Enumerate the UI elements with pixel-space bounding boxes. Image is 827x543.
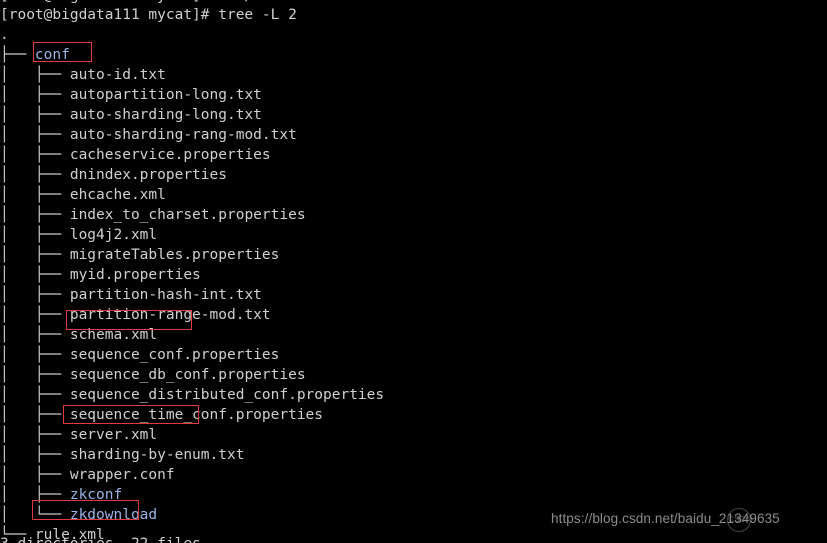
tree-line: │ ├── index_to_charset.properties	[0, 205, 306, 225]
tree-file-name: partition-range-mod.txt	[69, 307, 271, 323]
tree-line: │ ├── log4j2.xml	[0, 225, 157, 245]
tree-file-name: myid.properties	[69, 267, 201, 283]
tree-file-name: cacheservice.properties	[69, 147, 271, 163]
tree-line: ├── conf	[0, 45, 70, 65]
tree-line: │ ├── auto-sharding-rang-mod.txt	[0, 125, 297, 145]
tree-branch-glyph: │ ├──	[0, 487, 70, 503]
tree-file-name: sharding-by-enum.txt	[69, 447, 245, 463]
tree-branch-glyph: │ ├──	[0, 67, 70, 83]
tree-branch-glyph: │ ├──	[0, 307, 70, 323]
tree-file-name: index_to_charset.properties	[69, 207, 306, 223]
tree-branch-glyph: │ ├──	[0, 87, 70, 103]
shell-prompt-line: [root@bigdata111 mycat]# tree -L 2	[0, 7, 297, 23]
tree-line: │ ├── partition-range-mod.txt	[0, 305, 271, 325]
tree-line: │ ├── myid.properties	[0, 265, 201, 285]
tree-line: │ ├── sequence_conf.properties	[0, 345, 279, 365]
tree-file-name: log4j2.xml	[69, 227, 158, 243]
tree-line: │ ├── wrapper.conf	[0, 465, 175, 485]
tree-branch-glyph: │ ├──	[0, 287, 70, 303]
tree-directory-name: zkconf	[69, 487, 123, 503]
tree-file-name: migrateTables.properties	[69, 247, 280, 263]
tree-file-name: schema.xml	[69, 327, 158, 343]
tree-branch-glyph: │ ├──	[0, 467, 70, 483]
tree-line: │ ├── sequence_distributed_conf.properti…	[0, 385, 384, 405]
tree-line: │ ├── ehcache.xml	[0, 185, 166, 205]
tree-file-name: auto-sharding-long.txt	[69, 107, 262, 123]
tree-branch-glyph: │ ├──	[0, 247, 70, 263]
tree-branch-glyph: │ ├──	[0, 447, 70, 463]
tree-branch-glyph: │ ├──	[0, 147, 70, 163]
tree-branch-glyph: │ ├──	[0, 347, 70, 363]
tree-file-name: partition-hash-int.txt	[69, 287, 262, 303]
tree-branch-glyph: │ ├──	[0, 387, 70, 403]
tree-branch-glyph: │ └──	[0, 507, 70, 523]
tree-branch-glyph: │ ├──	[0, 427, 70, 443]
tree-file-name: sequence_time_conf.properties	[69, 407, 324, 423]
tree-branch-glyph: │ ├──	[0, 227, 70, 243]
csdn-logo-icon: CSDN	[727, 508, 752, 532]
tree-file-name: auto-sharding-rang-mod.txt	[69, 127, 297, 143]
tree-branch-glyph: │ ├──	[0, 407, 70, 423]
tree-branch-glyph: │ ├──	[0, 107, 70, 123]
tree-root-line: .	[0, 27, 9, 43]
tree-file-name: sequence_db_conf.properties	[69, 367, 306, 383]
tree-branch-glyph: │ ├──	[0, 327, 70, 343]
tree-file-name: sequence_distributed_conf.properties	[69, 387, 385, 403]
tree-line: │ └── zkdownload	[0, 505, 157, 525]
tree-directory-name: zkdownload	[69, 507, 158, 523]
tree-line: │ ├── sharding-by-enum.txt	[0, 445, 244, 465]
tree-line: │ ├── autopartition-long.txt	[0, 85, 262, 105]
tree-branch-glyph: │ ├──	[0, 127, 70, 143]
tree-file-name: dnindex.properties	[69, 167, 227, 183]
tree-directory-name: conf	[34, 47, 70, 63]
tree-branch-glyph: │ ├──	[0, 367, 70, 383]
tree-line: │ ├── sequence_db_conf.properties	[0, 365, 306, 385]
tree-branch-glyph: │ ├──	[0, 267, 70, 283]
tree-file-name: server.xml	[69, 427, 158, 443]
tree-line: │ ├── partition-hash-int.txt	[0, 285, 262, 305]
tree-line: │ ├── zkconf	[0, 485, 122, 505]
tree-line: │ ├── auto-sharding-long.txt	[0, 105, 262, 125]
tree-branch-glyph: ├──	[0, 47, 35, 63]
tree-line: │ ├── auto-id.txt	[0, 65, 166, 85]
tree-line: │ ├── schema.xml	[0, 325, 157, 345]
tree-file-name: autopartition-long.txt	[69, 87, 262, 103]
tree-file-name: ehcache.xml	[69, 187, 166, 203]
tree-line: │ ├── migrateTables.properties	[0, 245, 279, 265]
terminal-window[interactable]: [root@bigdata111 mycat]# cd / [root@bigd…	[0, 0, 827, 543]
tree-branch-glyph: │ ├──	[0, 207, 70, 223]
tree-line: │ ├── sequence_time_conf.properties	[0, 405, 323, 425]
tree-file-name: sequence_conf.properties	[69, 347, 280, 363]
tree-file-name: auto-id.txt	[69, 67, 166, 83]
tree-branch-glyph: │ ├──	[0, 187, 70, 203]
tree-branch-glyph: │ ├──	[0, 167, 70, 183]
tree-line: │ ├── cacheservice.properties	[0, 145, 271, 165]
clipped-summary-line: 3 directories, 22 files	[0, 534, 201, 543]
tree-line: │ ├── dnindex.properties	[0, 165, 227, 185]
tree-file-name: wrapper.conf	[69, 467, 175, 483]
tree-line: │ ├── server.xml	[0, 425, 157, 445]
